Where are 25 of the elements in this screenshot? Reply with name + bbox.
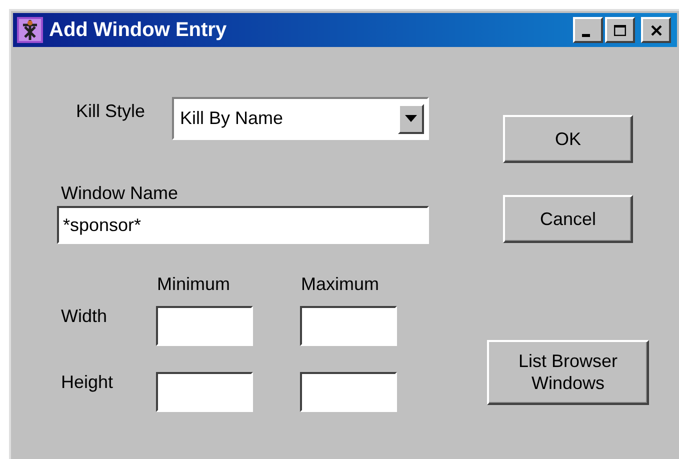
dropdown[interactable]: Kill By Name — [172, 97, 429, 140]
row-label: Height — [61, 372, 114, 393]
input-field[interactable] — [156, 306, 253, 346]
field-label: Window Name — [61, 183, 180, 204]
close-icon — [650, 24, 662, 36]
input-field[interactable]: *sponsor* — [57, 206, 429, 244]
app-icon — [17, 17, 43, 43]
row-label: Width — [61, 306, 108, 327]
dialog-button[interactable]: List Browser Windows — [487, 340, 649, 405]
field-label: Kill Style — [76, 101, 146, 122]
dropdown-button[interactable] — [398, 104, 424, 134]
input-field[interactable] — [156, 372, 253, 412]
input-field[interactable] — [300, 372, 397, 412]
close-button[interactable] — [641, 17, 671, 43]
column-header: Maximum — [300, 274, 380, 296]
maximize-button[interactable] — [605, 17, 635, 43]
dialog-button[interactable]: Cancel — [503, 195, 633, 243]
input-field[interactable] — [300, 306, 397, 346]
maximize-icon — [614, 24, 626, 36]
minimize-button[interactable] — [573, 17, 603, 43]
window-title: Add Window Entry — [49, 18, 228, 42]
minimize-icon — [582, 34, 590, 36]
dialog-button[interactable]: OK — [503, 115, 633, 163]
caret-icon — [405, 114, 417, 122]
column-header: Minimum — [156, 274, 232, 296]
